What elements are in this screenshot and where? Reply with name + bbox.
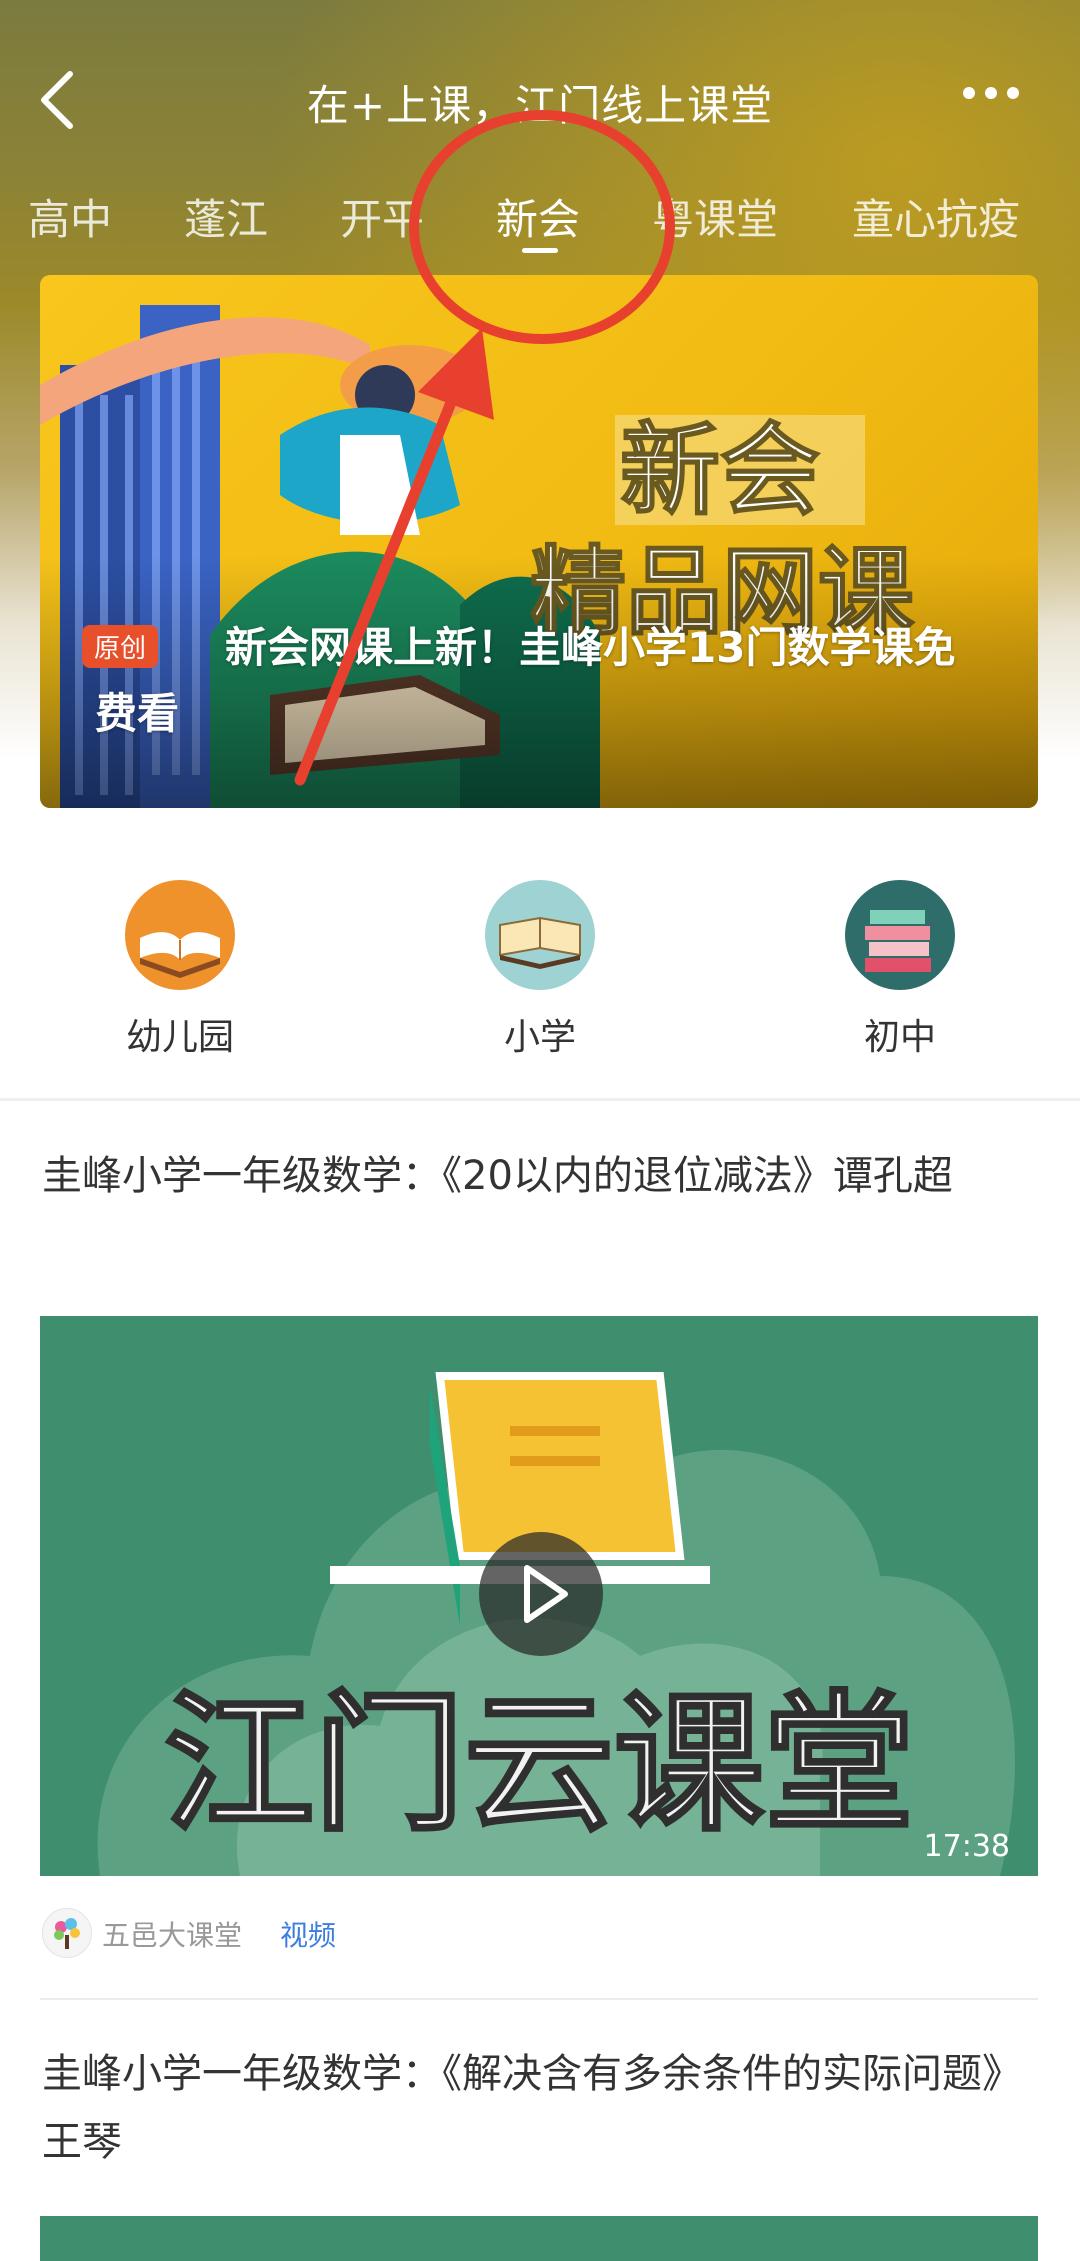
section-divider [0,1098,1080,1101]
play-icon [524,1565,568,1623]
tab-yuekaitang[interactable]: 粤课堂 [652,186,778,247]
category-label: 幼儿园 [125,1017,234,1058]
category-junior-high[interactable]: 初中 [800,880,1000,1060]
tree-logo-icon [54,1918,80,1949]
page-title: 在+上课，江门线上课堂 [306,81,774,130]
article-title[interactable]: 圭峰小学一年级数学：《20以内的退位减法》谭孔超 [42,1142,1022,1210]
category-label: 初中 [863,1017,936,1058]
category-kindergarten[interactable]: 幼儿园 [80,880,280,1060]
featured-banner[interactable]: 新会 精品网课 新会网课上新！圭峰小学13门数学课免费看 原创 [40,275,1038,808]
original-badge: 原创 [82,625,159,668]
more-dot [1007,87,1019,99]
source-avatar[interactable] [42,1908,92,1958]
tab-kaiping[interactable]: 开平 [340,186,424,247]
article-meta: 五邑大课堂 视频 [42,1908,942,1958]
more-button[interactable] [958,84,1048,114]
open-book-icon [125,880,235,990]
video-thumbnail[interactable] [40,2216,1038,2261]
source-name[interactable]: 五邑大课堂 [102,1914,242,1954]
tab-xinhui[interactable]: 新会 [496,186,580,247]
category-row: 幼儿园 小学 初中 [0,880,1080,1080]
play-button[interactable] [479,1532,603,1656]
tab-gaozhong[interactable]: 高中 [28,186,112,247]
article-title[interactable]: 圭峰小学一年级数学：《解决含有多余条件的实际问题》王琴 [42,2040,1022,2176]
tab-tongxin-kangyi[interactable]: 童心抗疫 [852,186,1020,247]
category-primary[interactable]: 小学 [440,880,640,1060]
more-dots-icon [963,87,975,99]
category-label: 小学 [503,1017,576,1058]
video-thumbnail[interactable]: 江门云课堂 17:38 [40,1316,1038,1876]
stacked-books-icon [845,880,955,990]
video-duration: 17:38 [923,1829,1010,1864]
more-dot [985,87,997,99]
channel-tabs: 高中 蓬江 开平 新会 粤课堂 童心抗疫 [0,186,1080,256]
thumb-text: 江门云课堂 [164,1678,914,1852]
banner-caption: 新会网课上新！圭峰小学13门数学课免费看 [95,623,956,738]
active-tab-indicator [522,248,558,253]
book-icon [485,880,595,990]
content-type-tag: 视频 [280,1919,337,1952]
tab-pengjiang[interactable]: 蓬江 [184,186,268,247]
top-bar: 在+上课，江门线上课堂 [0,0,1080,200]
svg-text:新会: 新会 [620,411,820,529]
article-separator [40,1998,1038,2000]
